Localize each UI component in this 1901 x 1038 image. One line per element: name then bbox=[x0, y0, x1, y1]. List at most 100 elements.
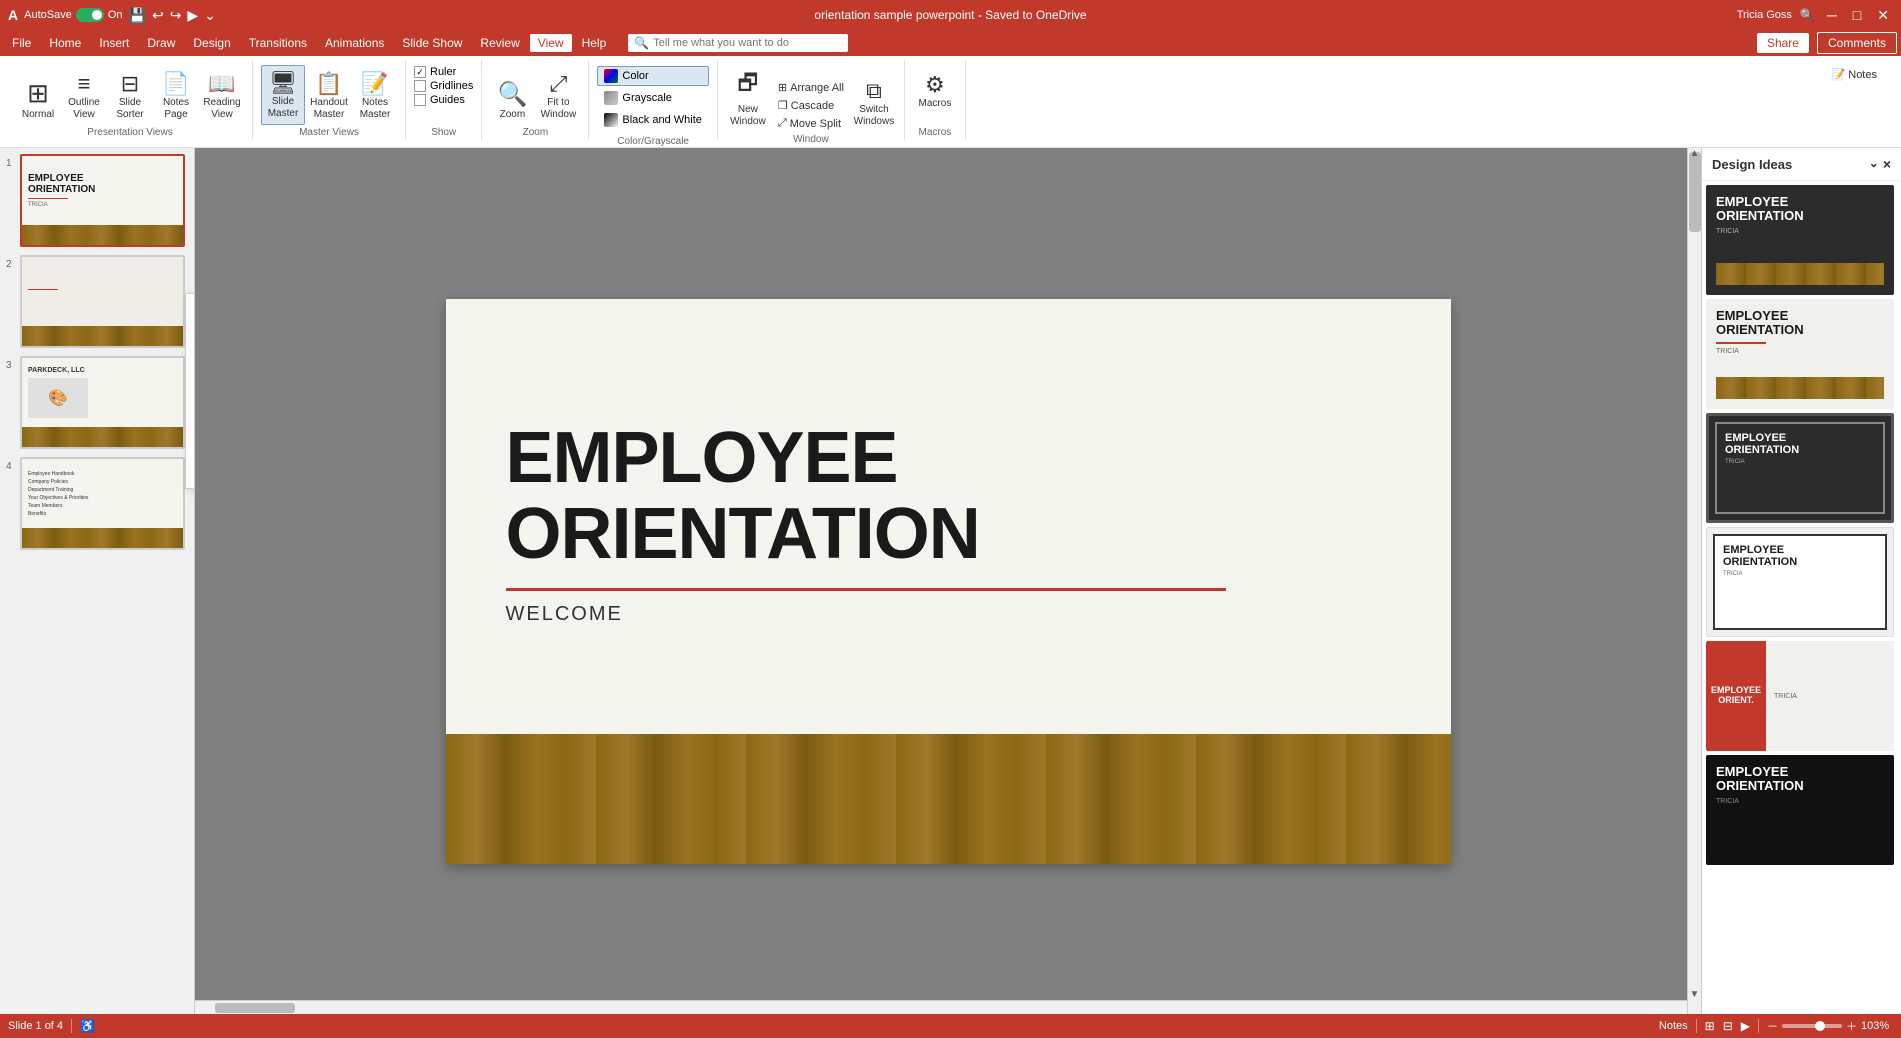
slide-red-divider bbox=[506, 588, 1226, 591]
design-idea-1[interactable]: EMPLOYEEORIENTATION TRICIA bbox=[1706, 185, 1894, 295]
slide-image-3[interactable]: PARKDECK, LLC 🎨 bbox=[20, 356, 185, 449]
presentation-views-label: Presentation Views bbox=[87, 125, 172, 138]
close-btn[interactable]: ✕ bbox=[1873, 7, 1893, 24]
black-and-white-btn[interactable]: Black and White bbox=[597, 110, 708, 130]
switch-windows-btn[interactable]: ⧉ SwitchWindows bbox=[852, 74, 896, 132]
arrange-all-btn[interactable]: ⊞ Arrange All bbox=[774, 79, 848, 96]
zoom-plus-btn[interactable]: ＋ bbox=[1846, 1018, 1857, 1034]
master-views-label: Master Views bbox=[299, 125, 359, 138]
undo-icon[interactable]: ↩ bbox=[152, 7, 164, 24]
design-idea-4[interactable]: EMPLOYEEORIENTATION TRICIA bbox=[1706, 527, 1894, 637]
autosave-control[interactable]: AutoSave On bbox=[24, 8, 122, 22]
design-idea-2[interactable]: EMPLOYEEORIENTATION TRICIA bbox=[1706, 299, 1894, 409]
new-window-icon: 🗗 bbox=[738, 66, 759, 104]
slide-thumb-3[interactable]: 3 PARKDECK, LLC 🎨 bbox=[4, 354, 190, 451]
normal-view-btn[interactable]: ⊞ Normal bbox=[16, 74, 60, 125]
status-left: Slide 1 of 4 ♿ bbox=[8, 1019, 95, 1033]
slide-sorter-btn[interactable]: ⊟ SlideSorter bbox=[108, 67, 152, 125]
outline-view-btn[interactable]: ≡ OutlineView bbox=[62, 67, 106, 125]
grayscale-btn[interactable]: Grayscale bbox=[597, 88, 708, 108]
notes-page-btn[interactable]: 📄 NotesPage bbox=[154, 67, 198, 125]
zoom-slider-thumb[interactable] bbox=[1815, 1021, 1825, 1031]
slide-thumb-4[interactable]: 4 Employee Handbook Company Policies Dep… bbox=[4, 455, 190, 552]
scroll-down-btn[interactable]: ▼ bbox=[1688, 989, 1701, 1000]
move-split-icon: ⤢ bbox=[778, 117, 787, 130]
search-input[interactable] bbox=[653, 37, 813, 49]
design-ideas-header: Design Ideas ⌄ × bbox=[1702, 148, 1901, 181]
comments-button[interactable]: Comments bbox=[1817, 32, 1897, 54]
restore-btn[interactable]: □ bbox=[1849, 7, 1865, 23]
present-icon[interactable]: ▶ bbox=[187, 7, 198, 24]
save-icon[interactable]: 💾 bbox=[129, 7, 146, 24]
menu-view[interactable]: View bbox=[530, 34, 572, 52]
redo-icon[interactable]: ↪ bbox=[170, 7, 182, 24]
fit-to-window-btn[interactable]: ⤢ Fit toWindow bbox=[536, 67, 580, 125]
design-idea-5[interactable]: EMPLOYEEORIENT. TRICIA bbox=[1706, 641, 1894, 751]
slide-master-btn[interactable]: 🖥 SlideMaster bbox=[261, 65, 305, 125]
cascade-label: Cascade bbox=[791, 100, 834, 112]
more-icon[interactable]: ⌄ bbox=[204, 7, 216, 24]
presentation-views-buttons: ⊞ Normal ≡ OutlineView ⊟ SlideSorter 📄 N… bbox=[16, 62, 244, 125]
autosave-toggle[interactable] bbox=[76, 8, 104, 22]
horizontal-scrollbar[interactable] bbox=[195, 1000, 1687, 1014]
menu-file[interactable]: File bbox=[4, 34, 39, 52]
minimize-btn[interactable]: ─ bbox=[1823, 7, 1841, 23]
menu-home[interactable]: Home bbox=[41, 34, 89, 52]
design-dropdown-icon[interactable]: ⌄ bbox=[1869, 156, 1879, 172]
search-bar[interactable]: 🔍 bbox=[628, 34, 848, 52]
menu-draw[interactable]: Draw bbox=[139, 34, 183, 52]
menu-help[interactable]: Help bbox=[574, 34, 615, 52]
menu-slideshow[interactable]: Slide Show bbox=[394, 34, 470, 52]
new-window-btn[interactable]: 🗗 NewWindow bbox=[726, 62, 770, 132]
cascade-btn[interactable]: ❐ Cascade bbox=[774, 97, 848, 114]
search-icon: 🔍 bbox=[634, 36, 649, 50]
scroll-up-btn[interactable]: ▲ bbox=[1688, 148, 1701, 159]
view-normal-icon[interactable]: ⊞ bbox=[1705, 1019, 1715, 1033]
scrollbar-thumb[interactable] bbox=[1689, 152, 1701, 232]
zoom-minus-btn[interactable]: － bbox=[1767, 1018, 1778, 1034]
grayscale-label: Grayscale bbox=[622, 92, 672, 104]
slide-image-1[interactable]: EMPLOYEEORIENTATION TRICIA bbox=[20, 154, 185, 247]
design-close-icon[interactable]: × bbox=[1883, 156, 1891, 172]
menu-transitions[interactable]: Transitions bbox=[241, 34, 315, 52]
menu-insert[interactable]: Insert bbox=[91, 34, 137, 52]
gridlines-checkbox[interactable]: Gridlines bbox=[414, 80, 473, 92]
slide-thumb-2[interactable]: 2 bbox=[4, 253, 190, 350]
zoom-btn[interactable]: 🔍 Zoom bbox=[490, 76, 534, 125]
menu-review[interactable]: Review bbox=[472, 34, 527, 52]
slide-master-label: SlideMaster bbox=[268, 96, 299, 120]
handout-master-btn[interactable]: 📋 HandoutMaster bbox=[307, 67, 351, 125]
design-ideas-list: EMPLOYEEORIENTATION TRICIA EMPLOYEEORIEN… bbox=[1702, 181, 1901, 1014]
slide-thumb-1[interactable]: 1 EMPLOYEEORIENTATION TRICIA bbox=[4, 152, 190, 249]
zoom-slider[interactable] bbox=[1782, 1024, 1842, 1028]
slide-image-2[interactable] bbox=[20, 255, 185, 348]
zoom-control[interactable]: － ＋ 103% bbox=[1767, 1018, 1893, 1034]
h-scrollbar-thumb[interactable] bbox=[215, 1003, 295, 1013]
accessibility-icon[interactable]: ♿ bbox=[80, 1019, 95, 1033]
move-split-btn[interactable]: ⤢ Move Split bbox=[774, 115, 848, 132]
status-divider-3 bbox=[1758, 1019, 1759, 1033]
zoom-percent[interactable]: 103% bbox=[1861, 1020, 1893, 1032]
view-reading-icon[interactable]: ▶ bbox=[1741, 1019, 1750, 1033]
notes-ribbon-btn[interactable]: 📝 Notes bbox=[1828, 66, 1881, 83]
macros-icon: ⚙ bbox=[925, 72, 945, 98]
ribbon-group-presentation-views: ⊞ Normal ≡ OutlineView ⊟ SlideSorter 📄 N… bbox=[8, 60, 253, 140]
design-idea-6[interactable]: EMPLOYEEORIENTATION TRICIA bbox=[1706, 755, 1894, 865]
design-idea-3[interactable]: EMPLOYEEORIENTATION TRICIA bbox=[1706, 413, 1894, 523]
window-search-icon[interactable]: 🔍 bbox=[1800, 8, 1815, 22]
handout-master-label: HandoutMaster bbox=[310, 97, 348, 121]
vertical-scrollbar[interactable]: ▼ ▲ bbox=[1687, 148, 1701, 1014]
reading-view-btn[interactable]: 📖 ReadingView bbox=[200, 67, 244, 125]
guides-checkbox[interactable]: Guides bbox=[414, 94, 473, 106]
slide-num-4: 4 bbox=[6, 461, 16, 472]
view-sorter-icon[interactable]: ⊟ bbox=[1723, 1019, 1733, 1033]
macros-btn[interactable]: ⚙ Macros bbox=[913, 68, 957, 114]
menu-animations[interactable]: Animations bbox=[317, 34, 392, 52]
slide-image-4[interactable]: Employee Handbook Company Policies Depar… bbox=[20, 457, 185, 550]
notes-master-btn[interactable]: 📝 NotesMaster bbox=[353, 67, 397, 125]
share-button[interactable]: Share bbox=[1757, 33, 1809, 53]
color-btn[interactable]: Color bbox=[597, 66, 708, 86]
menu-design[interactable]: Design bbox=[185, 34, 238, 52]
ruler-checkbox[interactable]: ✓ Ruler bbox=[414, 66, 473, 78]
notes-status-btn[interactable]: Notes bbox=[1659, 1020, 1688, 1032]
